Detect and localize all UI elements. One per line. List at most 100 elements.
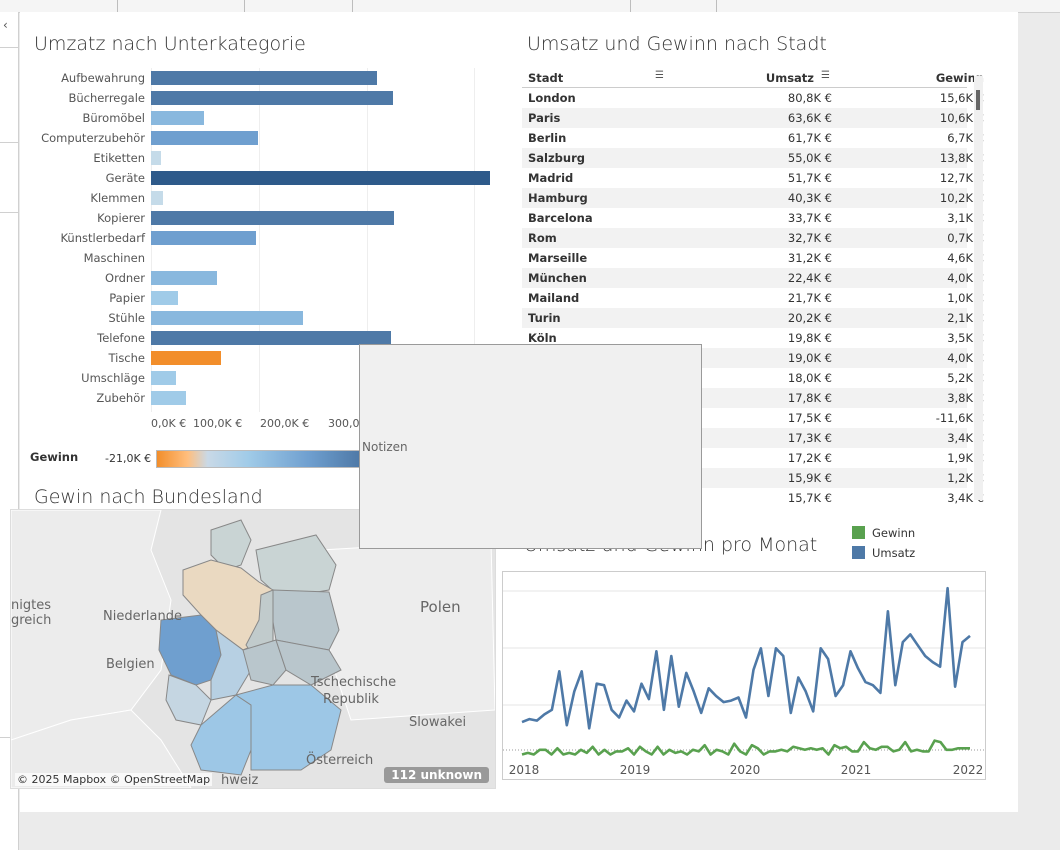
table-row[interactable]: Mailand 21,7K € 1,0K € bbox=[522, 288, 984, 308]
bar-tische[interactable] bbox=[151, 351, 222, 365]
bar-aufbewahrung[interactable] bbox=[151, 71, 378, 85]
bar-category-label: Geräte bbox=[105, 171, 145, 185]
germany-map[interactable]: Niederlande Belgien Polen Tschechische R… bbox=[10, 509, 496, 789]
cell-city: Paris bbox=[528, 111, 561, 125]
legend-swatch-gewinn bbox=[852, 526, 865, 539]
bar-ordner[interactable] bbox=[151, 271, 217, 285]
cell-profit: 0,7K € bbox=[947, 231, 984, 245]
table-row[interactable]: Rom 32,7K € 0,7K € bbox=[522, 228, 984, 248]
map-title: Gewin nach Bundesland bbox=[34, 486, 263, 508]
cell-profit: 13,8K € bbox=[939, 151, 984, 165]
cell-profit: 4,0K € bbox=[947, 351, 984, 365]
bar-category-label: Telefone bbox=[97, 331, 145, 345]
bar-category-label: Computerzubehör bbox=[41, 131, 145, 145]
map-label: hweiz bbox=[221, 773, 259, 788]
table-row[interactable]: Paris 63,6K € 10,6K € bbox=[522, 108, 984, 128]
cell-sales: 80,8K € bbox=[787, 91, 832, 105]
bar-umschläge[interactable] bbox=[151, 371, 176, 385]
profit-legend-title: Gewinn bbox=[30, 450, 79, 464]
sort-icon[interactable]: ☰ bbox=[821, 70, 830, 81]
cell-profit: 10,6K € bbox=[939, 111, 984, 125]
bar-category-label: Klemmen bbox=[90, 191, 145, 205]
map-svg bbox=[11, 510, 495, 788]
table-row[interactable]: Turin 20,2K € 2,1K € bbox=[522, 308, 984, 328]
cell-city: Madrid bbox=[528, 171, 574, 185]
cell-profit: -11,6K € bbox=[935, 411, 984, 425]
cell-profit: 1,2K € bbox=[947, 471, 984, 485]
bar-category-label: Papier bbox=[109, 291, 145, 305]
bar-geräte[interactable] bbox=[151, 171, 490, 185]
bar-chart-title: Umzatz nach Unterkategorie bbox=[34, 33, 306, 55]
legend-umsatz[interactable]: Umsatz bbox=[852, 546, 915, 560]
bar-zubehör[interactable] bbox=[151, 391, 186, 405]
cell-profit: 5,2K € bbox=[947, 371, 984, 385]
table-row[interactable]: Marseille 31,2K € 4,6K € bbox=[522, 248, 984, 268]
table-header-city[interactable]: Stadt bbox=[528, 71, 563, 85]
cell-sales: 61,7K € bbox=[787, 131, 832, 145]
unknown-badge[interactable]: 112 unknown bbox=[384, 767, 489, 783]
table-row[interactable]: London 80,8K € 15,6K € bbox=[522, 88, 984, 108]
table-header-sales[interactable]: Umsatz bbox=[720, 71, 814, 85]
bar-category-label: Aufbewahrung bbox=[61, 71, 145, 85]
table-header-profit[interactable]: Gewinn bbox=[880, 71, 984, 85]
cell-city: Turin bbox=[528, 311, 561, 325]
cell-sales: 15,7K € bbox=[787, 491, 832, 505]
line-chart[interactable]: 2018 2019 2020 2021 2022 bbox=[502, 559, 986, 781]
cell-sales: 22,4K € bbox=[787, 271, 832, 285]
table-title: Umsatz und Gewinn nach Stadt bbox=[527, 33, 827, 55]
sort-icon[interactable]: ☰ bbox=[655, 70, 664, 81]
cell-city: Berlin bbox=[528, 131, 567, 145]
x-axis-tick: 2019 bbox=[620, 763, 651, 777]
cell-profit: 10,2K € bbox=[939, 191, 984, 205]
bar-büromöbel[interactable] bbox=[151, 111, 204, 125]
cell-city: Marseille bbox=[528, 251, 588, 265]
cell-sales: 18,0K € bbox=[787, 371, 832, 385]
bar-papier[interactable] bbox=[151, 291, 178, 305]
cell-sales: 51,7K € bbox=[787, 171, 832, 185]
bar-axis-tick: 300,0 bbox=[328, 417, 360, 430]
cell-city: Mailand bbox=[528, 291, 580, 305]
bar-axis-tick: 0,0K € bbox=[151, 417, 187, 430]
x-axis-tick: 2020 bbox=[730, 763, 761, 777]
bar-künstlerbedarf[interactable] bbox=[151, 231, 256, 245]
cell-city: Hamburg bbox=[528, 191, 588, 205]
notes-label: Notizen bbox=[362, 440, 408, 454]
table-row[interactable]: München 22,4K € 4,0K € bbox=[522, 268, 984, 288]
table-row[interactable]: Madrid 51,7K € 12,7K € bbox=[522, 168, 984, 188]
cell-sales: 33,7K € bbox=[787, 211, 832, 225]
x-axis-tick: 2018 bbox=[509, 763, 540, 777]
table-row[interactable]: Salzburg 55,0K € 13,8K € bbox=[522, 148, 984, 168]
cell-city: Barcelona bbox=[528, 211, 593, 225]
cell-profit: 1,0K € bbox=[947, 291, 984, 305]
bar-stühle[interactable] bbox=[151, 311, 304, 325]
bar-category-label: Umschläge bbox=[81, 371, 145, 385]
bar-kopierer[interactable] bbox=[151, 211, 394, 225]
bar-axis-tick: 100,0K € bbox=[193, 417, 243, 430]
bar-gridline bbox=[258, 68, 260, 412]
legend-gewinn[interactable]: Gewinn bbox=[852, 526, 915, 540]
notes-box[interactable]: Notizen bbox=[359, 344, 702, 549]
cell-sales: 19,8K € bbox=[787, 331, 832, 345]
collapse-chevron-icon[interactable]: ‹ bbox=[3, 18, 8, 32]
cell-sales: 32,7K € bbox=[787, 231, 832, 245]
map-copyright[interactable]: © 2025 Mapbox © OpenStreetMap bbox=[15, 773, 213, 786]
map-label: Slowakei bbox=[409, 715, 467, 730]
bar-category-label: Stühle bbox=[108, 311, 145, 325]
map-label: Belgien bbox=[106, 657, 155, 672]
table-row[interactable]: Barcelona 33,7K € 3,1K € bbox=[522, 208, 984, 228]
table-row[interactable]: Berlin 61,7K € 6,7K € bbox=[522, 128, 984, 148]
bar-category-label: Bücherregale bbox=[68, 91, 145, 105]
bar-klemmen[interactable] bbox=[151, 191, 163, 205]
bar-telefone[interactable] bbox=[151, 331, 392, 345]
x-axis-tick: 2021 bbox=[841, 763, 872, 777]
cell-sales: 17,8K € bbox=[787, 391, 832, 405]
bar-computerzubehör[interactable] bbox=[151, 131, 258, 145]
table-row[interactable]: Hamburg 40,3K € 10,2K € bbox=[522, 188, 984, 208]
cell-sales: 21,7K € bbox=[787, 291, 832, 305]
table-scrollbar[interactable] bbox=[974, 76, 983, 500]
bar-etiketten[interactable] bbox=[151, 151, 161, 165]
cell-sales: 15,9K € bbox=[787, 471, 832, 485]
map-label: Niederlande bbox=[103, 609, 182, 624]
bar-bücherregale[interactable] bbox=[151, 91, 393, 105]
line-chart-frame bbox=[502, 571, 986, 780]
